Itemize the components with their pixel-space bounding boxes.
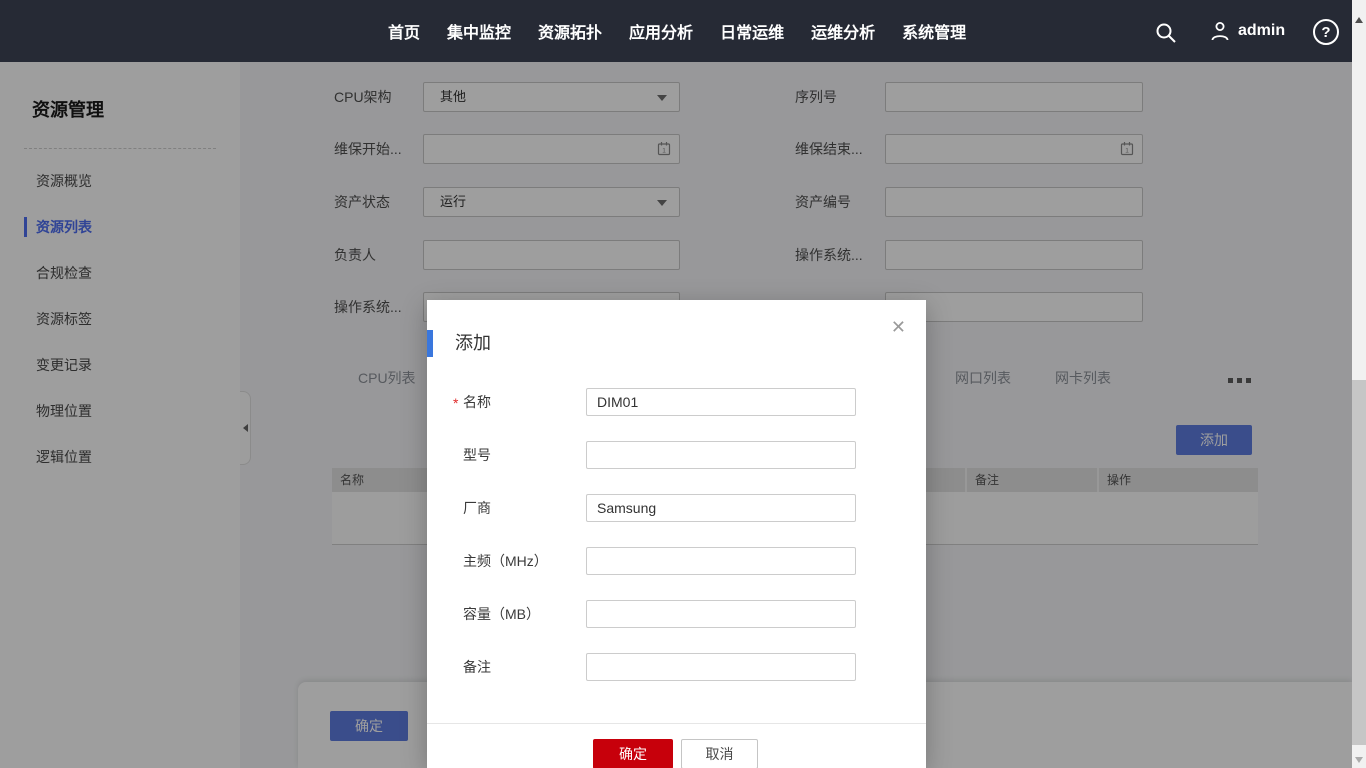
- dialog-field-remark: 备注: [427, 653, 926, 681]
- capacity-input-wrap: [586, 600, 856, 628]
- name-input-wrap: [586, 388, 856, 416]
- search-icon[interactable]: [1154, 21, 1178, 45]
- dialog-title-accent-bar: [427, 330, 433, 357]
- field-label-frequency: 主频（MHz）: [463, 547, 548, 575]
- dialog-field-capacity: 容量（MB）: [427, 600, 926, 628]
- dialog-cancel-button[interactable]: 取消: [681, 739, 758, 768]
- remark-input-wrap: [586, 653, 856, 681]
- username-label: admin: [1238, 22, 1285, 40]
- menu-item-topology[interactable]: 资源拓扑: [538, 19, 602, 43]
- dialog-footer: 确定 取消: [427, 723, 926, 768]
- dialog-field-frequency: 主频（MHz）: [427, 547, 926, 575]
- menu-item-daily-ops[interactable]: 日常运维: [720, 19, 784, 43]
- capacity-input[interactable]: [587, 601, 855, 627]
- scroll-down-icon[interactable]: [1355, 757, 1363, 763]
- add-dialog: 添加 ✕ 名称 型号 厂商 主频（MHz） 容量（MB）: [427, 300, 926, 768]
- name-input[interactable]: [587, 389, 855, 415]
- frequency-input-wrap: [586, 547, 856, 575]
- field-label-model: 型号: [463, 441, 491, 469]
- remark-input[interactable]: [587, 654, 855, 680]
- field-label-capacity: 容量（MB）: [463, 600, 540, 628]
- scroll-up-icon[interactable]: [1355, 17, 1363, 23]
- dialog-field-vendor: 厂商: [427, 494, 926, 522]
- model-input-wrap: [586, 441, 856, 469]
- menu-item-ops-analysis[interactable]: 运维分析: [811, 19, 875, 43]
- model-input[interactable]: [587, 442, 855, 468]
- vertical-scrollbar[interactable]: [1352, 0, 1366, 768]
- field-label-name: 名称: [463, 388, 491, 416]
- dialog-field-name: 名称: [427, 388, 926, 416]
- vendor-input-wrap: [586, 494, 856, 522]
- main-menu: 首页 集中监控 资源拓扑 应用分析 日常运维 运维分析 系统管理: [388, 0, 966, 62]
- field-label-remark: 备注: [463, 653, 491, 681]
- top-navbar: 首页 集中监控 资源拓扑 应用分析 日常运维 运维分析 系统管理 admin ?: [0, 0, 1352, 62]
- close-icon[interactable]: ✕: [891, 318, 906, 336]
- menu-item-app-analysis[interactable]: 应用分析: [629, 19, 693, 43]
- dialog-ok-button[interactable]: 确定: [593, 739, 673, 768]
- menu-item-home[interactable]: 首页: [388, 19, 420, 43]
- user-menu[interactable]: admin: [1209, 20, 1285, 42]
- page: 首页 集中监控 资源拓扑 应用分析 日常运维 运维分析 系统管理 admin ?…: [0, 0, 1366, 768]
- scrollbar-thumb[interactable]: [1352, 380, 1366, 745]
- frequency-input[interactable]: [587, 548, 855, 574]
- menu-item-monitoring[interactable]: 集中监控: [447, 19, 511, 43]
- field-label-vendor: 厂商: [463, 494, 491, 522]
- dialog-title: 添加: [455, 330, 491, 357]
- dialog-field-model: 型号: [427, 441, 926, 469]
- vendor-input[interactable]: [587, 495, 855, 521]
- help-icon[interactable]: ?: [1313, 19, 1339, 45]
- user-icon: [1209, 20, 1231, 42]
- menu-item-system-mgmt[interactable]: 系统管理: [902, 19, 966, 43]
